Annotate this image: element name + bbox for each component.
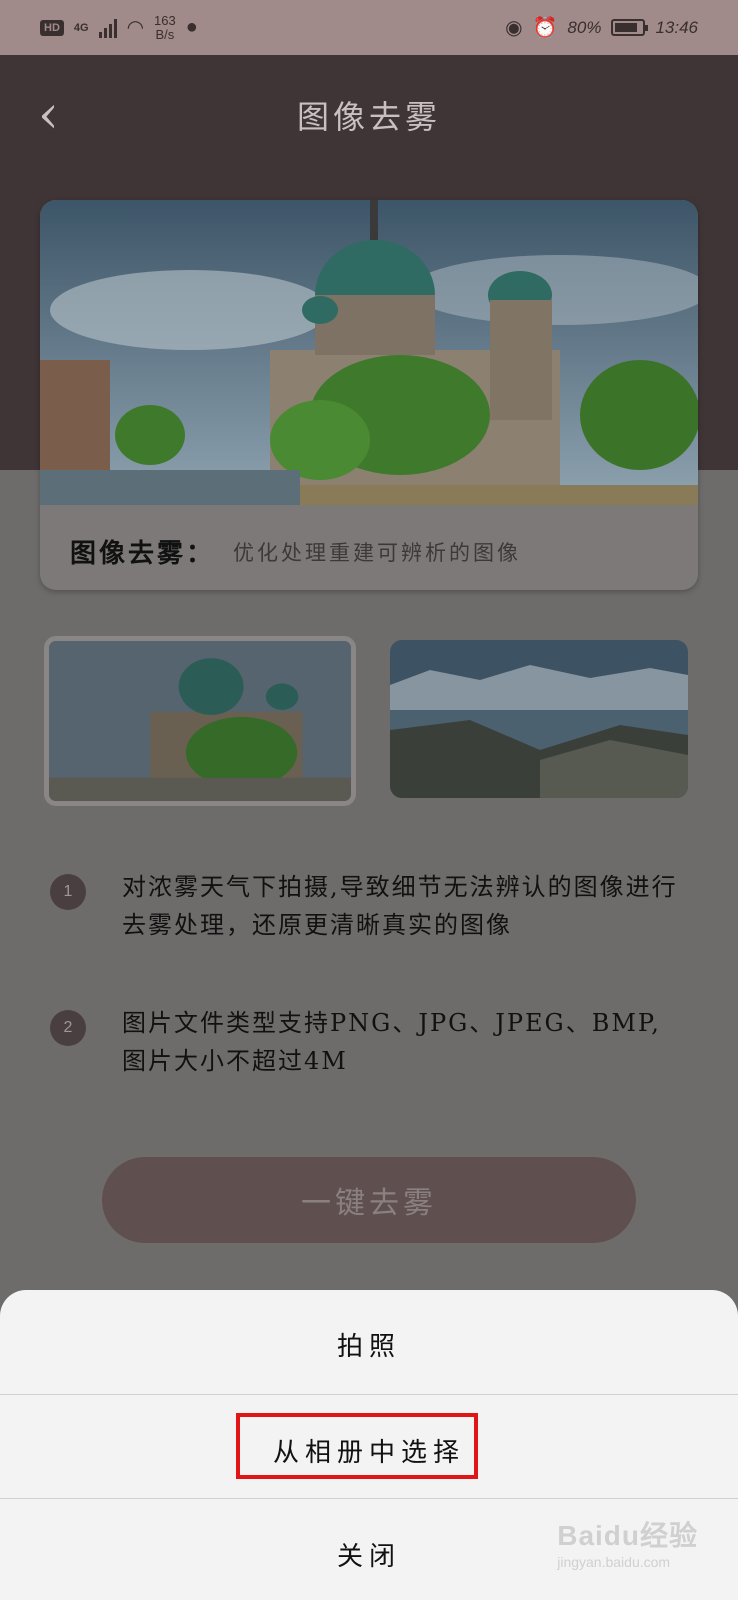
sample-thumb-cathedral[interactable] [44, 636, 356, 806]
step-1-number: 1 [50, 874, 86, 910]
sample-thumb-mountains[interactable] [390, 640, 688, 798]
network-label: 4G [73, 21, 89, 34]
status-right: ◉ ⏰ 80% 13:46 [505, 15, 698, 40]
battery-percent: 80% [567, 17, 602, 37]
watermark-sub: jingyan.baidu.com [557, 1554, 671, 1570]
divider [0, 1394, 738, 1395]
speed-unit: B/s [155, 26, 175, 42]
divider [0, 1498, 738, 1499]
status-bar: HD 4G ◠ 163 B/s ● ◉ ⏰ 80% 13:46 [0, 0, 738, 55]
step-2-text: 图片文件类型支持PNG、JPG、JPEG、BMP,图片大小不超过4M [122, 1009, 661, 1075]
step-2-number: 2 [50, 1010, 86, 1046]
dehaze-button[interactable]: 一键去雾 [102, 1157, 636, 1243]
step-2: 2 图片文件类型支持PNG、JPG、JPEG、BMP,图片大小不超过4M [50, 1004, 682, 1080]
alarm-icon: ⏰ [532, 17, 558, 39]
status-left: HD 4G ◠ 163 B/s ● [40, 12, 198, 42]
globe-icon: ● [185, 16, 198, 38]
take-photo-option[interactable]: 拍照 [0, 1326, 738, 1363]
battery-icon [611, 19, 649, 36]
watermark-text: Baidu经验 [557, 1520, 698, 1551]
network-speed: 163 B/s [154, 12, 176, 42]
hero-caption: 图像去雾： 优化处理重建可辨析的图像 [70, 533, 521, 570]
step-1-text: 对浓雾天气下拍摄,导致细节无法辨认的图像进行去雾处理，还原更清晰真实的图像 [122, 873, 678, 939]
clock: 13:46 [655, 17, 698, 37]
hero-card: 图像去雾： 优化处理重建可辨析的图像 [40, 200, 698, 590]
highlight-box [236, 1413, 478, 1479]
wifi-icon: ◠ [126, 17, 145, 39]
hd-badge: HD [40, 19, 64, 36]
hero-caption-desc: 优化处理重建可辨析的图像 [233, 540, 522, 565]
eye-icon: ◉ [505, 17, 523, 39]
speed-value: 163 [154, 12, 176, 28]
signal-icon [98, 18, 117, 38]
cathedral-image [40, 200, 698, 505]
page-title: 图像去雾 [296, 98, 441, 136]
baidu-watermark: Baidu经验 jingyan.baidu.com [557, 1514, 698, 1570]
step-1: 1 对浓雾天气下拍摄,导致细节无法辨认的图像进行去雾处理，还原更清晰真实的图像 [50, 868, 682, 944]
cathedral-thumb-image [49, 641, 351, 801]
hero-caption-title: 图像去雾： [70, 539, 216, 569]
mountain-thumb-image [390, 640, 688, 798]
